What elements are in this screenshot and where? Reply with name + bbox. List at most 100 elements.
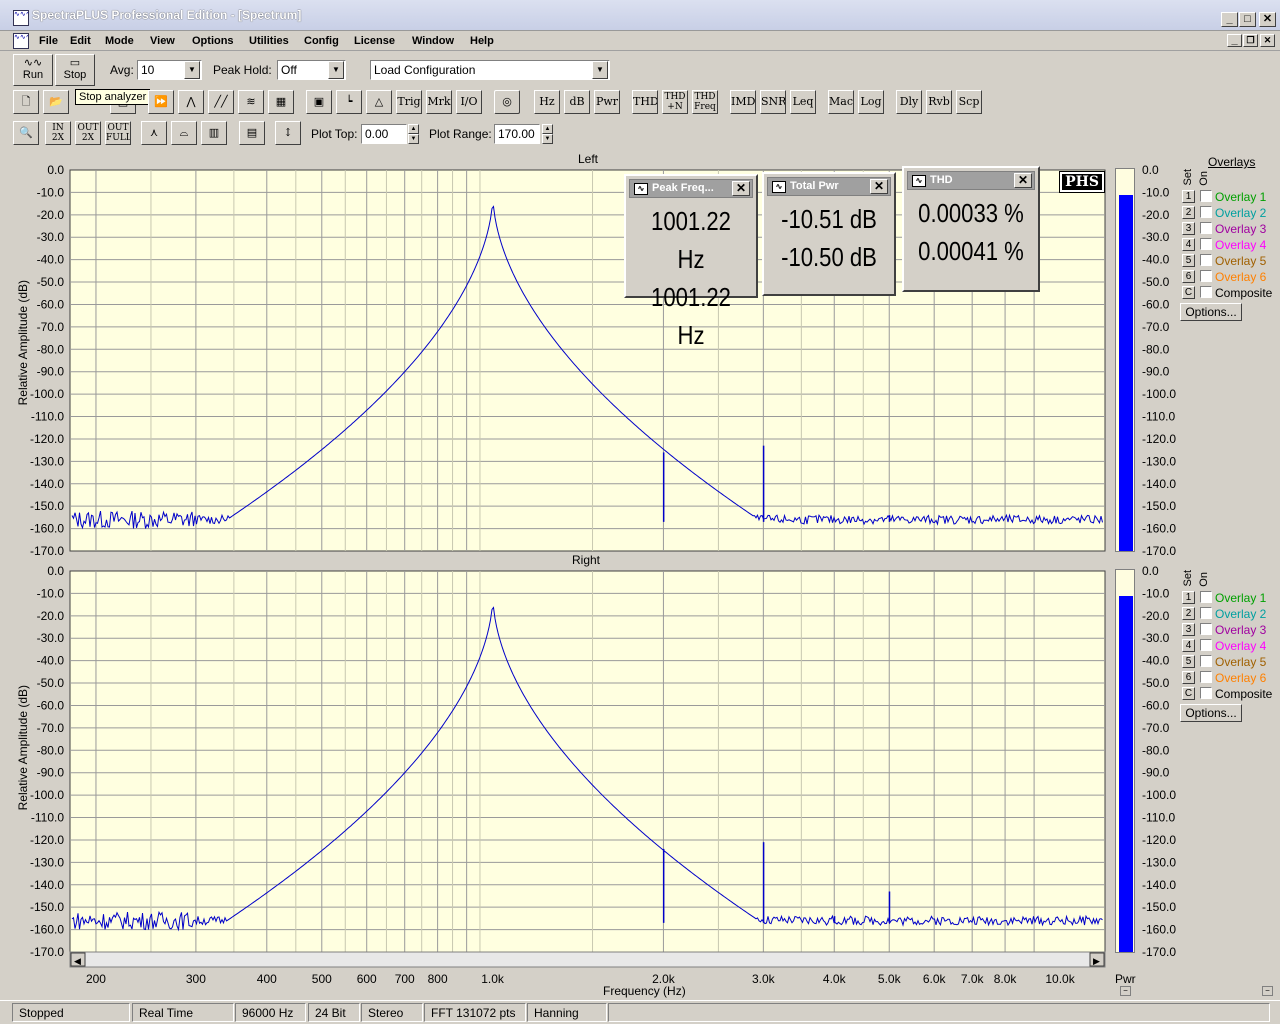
overlay-set-button[interactable]: 6	[1182, 671, 1195, 684]
peak-freq-readout[interactable]: ∿ Peak Freq... ✕ 1001.22 Hz 1001.22 Hz	[624, 174, 758, 350]
thd-button[interactable]: THD	[632, 90, 658, 114]
thd-n-button[interactable]: THD +N	[662, 90, 688, 114]
overlay-checkbox[interactable]	[1200, 687, 1212, 699]
peak-shape-icon[interactable]: ⋏	[141, 121, 167, 145]
doc-restore-button[interactable]: ❐	[1243, 34, 1258, 47]
close-icon[interactable]: ✕	[1014, 173, 1032, 188]
overlay-set-button[interactable]: 3	[1182, 623, 1195, 636]
close-icon[interactable]: ✕	[870, 179, 888, 194]
overlay-checkbox[interactable]	[1200, 639, 1212, 651]
peak-hold-dropdown-icon[interactable]: ▼	[328, 61, 344, 79]
overlay-checkbox[interactable]	[1200, 607, 1212, 619]
total-pwr-readout[interactable]: ∿ Total Pwr ✕ -10.51 dB -10.50 dB	[762, 172, 896, 296]
minimize-button[interactable]: _	[1221, 12, 1238, 27]
plot-top-input[interactable]: 0.00	[361, 124, 407, 144]
leq-button[interactable]: Leq	[790, 90, 816, 114]
mac-button[interactable]: Mac	[828, 90, 854, 114]
maximize-button[interactable]: □	[1239, 12, 1256, 27]
overlay-checkbox[interactable]	[1200, 238, 1212, 250]
overlay-checkbox[interactable]	[1200, 655, 1212, 667]
overlay-checkbox[interactable]	[1200, 286, 1212, 298]
3d-surface-icon[interactable]: ▦	[268, 90, 294, 114]
overlay-set-button[interactable]: C	[1182, 687, 1195, 700]
log-button[interactable]: Log	[858, 90, 884, 114]
overlay-set-button[interactable]: 3	[1182, 222, 1195, 235]
thd-readout[interactable]: ∿ THD ✕ 0.00033 % 0.00041 %	[902, 166, 1040, 292]
fast-forward-icon[interactable]: ⏩	[148, 90, 174, 114]
properties-icon[interactable]: ▤	[239, 121, 265, 145]
meter-collapse-icon[interactable]: −	[1120, 986, 1131, 996]
app-icon[interactable]: ∿∿∿	[13, 10, 29, 26]
overlay-checkbox[interactable]	[1200, 206, 1212, 218]
new-icon[interactable]: 🗋	[13, 90, 39, 114]
overlay-checkbox[interactable]	[1200, 591, 1212, 603]
signal-generator-icon[interactable]: ◎	[494, 90, 520, 114]
overlay-set-button[interactable]: 5	[1182, 254, 1195, 267]
overlay-set-button[interactable]: 2	[1182, 206, 1195, 219]
options-button[interactable]: Options...	[1180, 704, 1242, 722]
mrk-button[interactable]: Mrk	[426, 90, 452, 114]
imd-button[interactable]: IMD	[730, 90, 756, 114]
stop-button[interactable]: ▭ Stop	[55, 54, 95, 86]
overlay-checkbox[interactable]	[1200, 254, 1212, 266]
plot-range-input[interactable]: 170.00	[494, 124, 540, 144]
overlay-checkbox[interactable]	[1200, 190, 1212, 202]
doc-close-button[interactable]: ✕	[1260, 34, 1275, 47]
menu-license[interactable]: License	[354, 35, 395, 47]
plot-range-up-icon[interactable]: ▲	[542, 124, 553, 134]
overlay-checkbox[interactable]	[1200, 270, 1212, 282]
load-config-dropdown-icon[interactable]: ▼	[592, 61, 608, 79]
overlay-set-button[interactable]: C	[1182, 286, 1195, 299]
menu-window[interactable]: Window	[412, 35, 454, 47]
plot-range-down-icon[interactable]: ▼	[542, 134, 553, 144]
overlay-collapse-icon[interactable]: −	[1262, 986, 1273, 996]
time-series-icon[interactable]: ╱╱	[208, 90, 234, 114]
doc-minimize-button[interactable]: _	[1227, 34, 1242, 47]
overlay-set-button[interactable]: 4	[1182, 238, 1195, 251]
avg-dropdown-icon[interactable]: ▼	[184, 61, 200, 79]
weighting-icon[interactable]: △	[366, 90, 392, 114]
dly-button[interactable]: Dly	[896, 90, 922, 114]
menu-view[interactable]: View	[150, 35, 175, 47]
trig-button[interactable]: Trig	[396, 90, 422, 114]
calculator-icon[interactable]: ▣	[306, 90, 332, 114]
zoom-out-full-button[interactable]: OUT FULL	[105, 121, 131, 145]
overlay-set-button[interactable]: 1	[1182, 190, 1195, 203]
phase-icon[interactable]: ≋	[238, 90, 264, 114]
range-icon[interactable]: ↕	[275, 121, 301, 145]
close-button[interactable]: ✕	[1259, 12, 1276, 27]
overlay-set-button[interactable]: 1	[1182, 591, 1195, 604]
overlay-checkbox[interactable]	[1200, 222, 1212, 234]
overlay-set-button[interactable]: 2	[1182, 607, 1195, 620]
menu-help[interactable]: Help	[470, 35, 494, 47]
db-button[interactable]: dB	[564, 90, 590, 114]
bar-graph-icon[interactable]: ▥	[201, 121, 227, 145]
run-button[interactable]: ∿∿ Run	[13, 54, 53, 86]
menu-edit[interactable]: Edit	[70, 35, 91, 47]
hz-button[interactable]: Hz	[534, 90, 560, 114]
menu-options[interactable]: Options	[192, 35, 234, 47]
overlay-checkbox[interactable]	[1200, 671, 1212, 683]
rvb-button[interactable]: Rvb	[926, 90, 952, 114]
plot-top-up-icon[interactable]: ▲	[408, 124, 419, 134]
zoom-in-2x-button[interactable]: IN 2X	[45, 121, 71, 145]
spectrum-icon[interactable]: ⋀	[178, 90, 204, 114]
load-config-select[interactable]: Load Configuration	[370, 60, 610, 80]
menu-config[interactable]: Config	[304, 35, 339, 47]
io-button[interactable]: I/O	[456, 90, 482, 114]
thd-freq-button[interactable]: THD Freq	[692, 90, 718, 114]
scale-icon[interactable]: ┕	[336, 90, 362, 114]
overlay-set-button[interactable]: 4	[1182, 639, 1195, 652]
octave-icon[interactable]: ⌓	[171, 121, 197, 145]
overlay-checkbox[interactable]	[1200, 623, 1212, 635]
options-button[interactable]: Options...	[1180, 303, 1242, 321]
menu-mode[interactable]: Mode	[105, 35, 134, 47]
open-icon[interactable]: 📂	[43, 90, 69, 114]
scp-button[interactable]: Scp	[956, 90, 982, 114]
menu-file[interactable]: File	[39, 35, 58, 47]
close-icon[interactable]: ✕	[732, 181, 750, 196]
overlay-set-button[interactable]: 5	[1182, 655, 1195, 668]
menu-utilities[interactable]: Utilities	[249, 35, 289, 47]
zoom-out-2x-button[interactable]: OUT 2X	[75, 121, 101, 145]
plot-top-down-icon[interactable]: ▼	[408, 134, 419, 144]
